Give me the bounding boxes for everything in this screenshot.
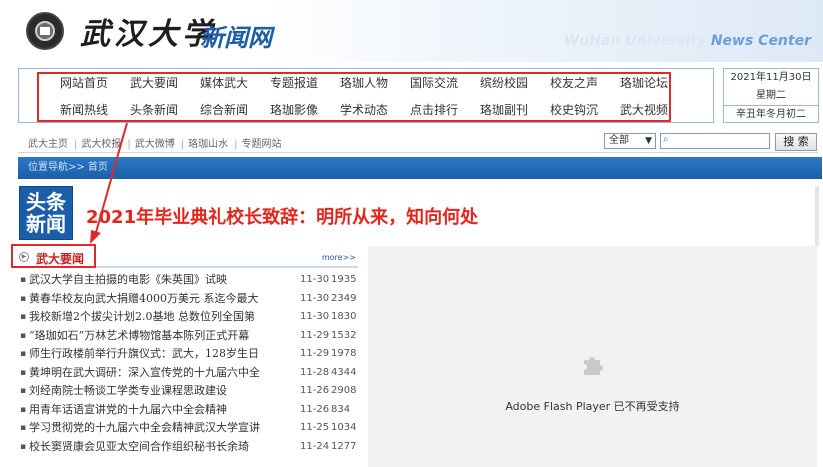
bullet-icon: ▪ bbox=[20, 367, 27, 378]
list-item: ▪ 我校新增2个拔尖计划2.0基地 总数位列全国第 11-30 1830 bbox=[18, 308, 363, 327]
news-views: 834 bbox=[331, 403, 351, 415]
university-emblem-icon[interactable] bbox=[26, 12, 64, 50]
news-date: 11-30 bbox=[300, 274, 330, 285]
news-title-link[interactable]: 刘经南院士畅谈工学类专业课程思政建设 bbox=[29, 382, 299, 401]
breadcrumb: 位置导航>> 首页 bbox=[18, 157, 822, 179]
news-title-link[interactable]: 校长窦贤康会见亚太空间合作组织秘书长余琦 bbox=[29, 438, 299, 457]
sub-nav: 武大主页 | 武大校报 | 武大微博 | 珞珈山水 | 专题网站 全部 ▼ ⌕ 搜 索 bbox=[18, 131, 818, 153]
university-logo-text[interactable]: 武汉大学 bbox=[80, 9, 216, 53]
list-item: ▪ 黄春华校友向武大捐赠4000万美元 系迄今最大 11-30 2349 bbox=[18, 290, 363, 309]
bullet-icon: ▪ bbox=[20, 312, 27, 322]
lunar-date: 辛丑年冬月初二 bbox=[724, 105, 818, 123]
sub-nav-link[interactable]: 珞珈山水 bbox=[188, 139, 228, 150]
news-title-link[interactable]: 师生行政楼前举行升旗仪式：武大，128岁生日 bbox=[29, 345, 299, 364]
news-date: 11-28 bbox=[300, 366, 330, 378]
search-icon: ⌕ bbox=[663, 134, 669, 145]
site-header: 武汉大学 新闻网 WuHan University News Center bbox=[0, 0, 823, 62]
news-date: 11-25 bbox=[300, 422, 330, 433]
headline-badge-line2: 新闻 bbox=[26, 212, 66, 236]
list-item: ▪ 黄坤明在武大调研：深入宣传党的十九届六中全 11-28 4344 bbox=[18, 364, 363, 383]
bullet-icon: ▪ bbox=[20, 275, 27, 285]
news-views: 1532 bbox=[331, 329, 357, 341]
news-date: 11-29 bbox=[300, 329, 330, 341]
current-weekday: 星期二 bbox=[756, 90, 786, 101]
news-title-link[interactable]: 武汉大学自主拍摄的电影《朱英国》试映 bbox=[29, 271, 299, 290]
flash-unsupported-message: Adobe Flash Player 已不再受支持 bbox=[505, 400, 680, 413]
english-title: WuHan University News Center bbox=[564, 33, 811, 49]
news-date: 11-26 bbox=[300, 403, 330, 415]
list-item: ▪ 学习贯彻党的十九届六中全会精神武汉大学宣讲 11-25 1034 bbox=[18, 419, 363, 438]
english-title-faded: WuHan University bbox=[563, 33, 706, 49]
news-title-link[interactable]: 黄春华校友向武大捐赠4000万美元 系迄今最大 bbox=[29, 290, 299, 309]
bullet-icon: ▪ bbox=[20, 423, 27, 433]
headline-title-link[interactable]: 2021年毕业典礼校长致辞：明所从来，知向何处 bbox=[86, 203, 478, 229]
list-item: ▪ 武汉大学自主拍摄的电影《朱英国》试映 11-30 1935 bbox=[18, 271, 363, 290]
bullet-icon: ▪ bbox=[20, 349, 27, 359]
sub-nav-links: 武大主页 | 武大校报 | 武大微博 | 珞珈山水 | 专题网站 bbox=[28, 135, 284, 150]
english-title-strong: News Center bbox=[710, 33, 811, 49]
news-date: 11-30 bbox=[300, 292, 330, 304]
news-title-link[interactable]: 我校新增2个拔尖计划2.0基地 总数位列全国第 bbox=[29, 308, 299, 327]
headline-badge-line1: 头条 bbox=[26, 190, 66, 214]
bullet-icon: ▪ bbox=[20, 404, 27, 415]
site-name[interactable]: 新闻网 bbox=[200, 18, 272, 53]
chevron-down-icon: ▼ bbox=[645, 136, 652, 146]
news-date: 11-24 bbox=[300, 440, 330, 452]
sub-nav-link[interactable]: 武大主页 bbox=[28, 139, 68, 150]
news-list: ▪ 武汉大学自主拍摄的电影《朱英国》试映 11-30 1935 ▪ 黄春华校友向武大捐赠4… bbox=[18, 271, 363, 456]
separator: | bbox=[180, 139, 185, 150]
sub-nav-link[interactable]: 武大校报 bbox=[81, 139, 121, 150]
news-views: 1830 bbox=[331, 311, 357, 322]
separator: | bbox=[74, 139, 78, 150]
date-panel: 2021年11月30日 星期二 辛丑年冬月初二 bbox=[723, 68, 819, 123]
news-views: 4344 bbox=[331, 366, 357, 378]
header-banner-background bbox=[263, 0, 823, 62]
news-title-link[interactable]: 用青年话语宣讲党的十九届六中全会精神 bbox=[29, 401, 299, 420]
search-button[interactable]: 搜 索 bbox=[775, 133, 817, 151]
search-scope-select[interactable]: 全部 ▼ bbox=[604, 133, 656, 149]
news-date: 11-26 bbox=[300, 385, 330, 396]
separator: | bbox=[127, 139, 131, 150]
annotation-highlight-nav bbox=[37, 72, 671, 122]
list-item: ▪ 师生行政楼前举行升旗仪式：武大，128岁生日 11-29 1978 bbox=[18, 345, 363, 364]
annotation-highlight-section bbox=[11, 244, 96, 268]
news-views: 2349 bbox=[331, 292, 357, 304]
headline-badge: 头条 新闻 bbox=[19, 186, 73, 240]
list-item: ▪ 用青年话语宣讲党的十九届六中全会精神 11-26 834 bbox=[18, 401, 363, 420]
puzzle-plugin-icon bbox=[584, 357, 603, 375]
list-item: ▪ 校长窦贤康会见亚太空间合作组织秘书长余琦 11-24 1277 bbox=[18, 438, 363, 457]
news-views: 1034 bbox=[331, 422, 357, 433]
news-views: 1978 bbox=[331, 348, 357, 359]
list-item: ▪ 刘经南院士畅谈工学类专业课程思政建设 11-26 2908 bbox=[18, 382, 363, 401]
bullet-icon: ▪ bbox=[20, 330, 27, 341]
current-date: 2021年11月30日 bbox=[730, 72, 812, 83]
scroll-track bbox=[815, 186, 819, 246]
more-link[interactable]: more>> bbox=[322, 253, 356, 262]
bullet-icon: ▪ bbox=[20, 441, 27, 452]
news-date: 11-30 bbox=[300, 311, 330, 322]
sub-nav-link[interactable]: 武大微博 bbox=[135, 139, 175, 150]
sub-nav-link[interactable]: 专题网站 bbox=[242, 139, 282, 150]
flash-placeholder: Adobe Flash Player 已不再受支持 bbox=[368, 246, 817, 467]
bullet-icon: ▪ bbox=[20, 386, 27, 396]
bullet-icon: ▪ bbox=[20, 293, 27, 304]
news-title-link[interactable]: 学习贯彻党的十九届六中全会精神武汉大学宣讲 bbox=[29, 419, 299, 438]
news-views: 2908 bbox=[331, 385, 357, 396]
list-item: ▪ “珞珈如石”万林艺术博物馆基本陈列正式开幕 11-29 1532 bbox=[18, 327, 363, 346]
news-date: 11-29 bbox=[300, 348, 330, 359]
search-scope-value: 全部 bbox=[609, 135, 629, 146]
separator: | bbox=[234, 139, 238, 150]
search-input[interactable]: ⌕ bbox=[660, 133, 770, 149]
news-title-link[interactable]: “珞珈如石”万林艺术博物馆基本陈列正式开幕 bbox=[29, 327, 299, 346]
news-views: 1935 bbox=[331, 274, 357, 285]
news-views: 1277 bbox=[331, 440, 357, 452]
news-title-link[interactable]: 黄坤明在武大调研：深入宣传党的十九届六中全 bbox=[29, 364, 299, 383]
